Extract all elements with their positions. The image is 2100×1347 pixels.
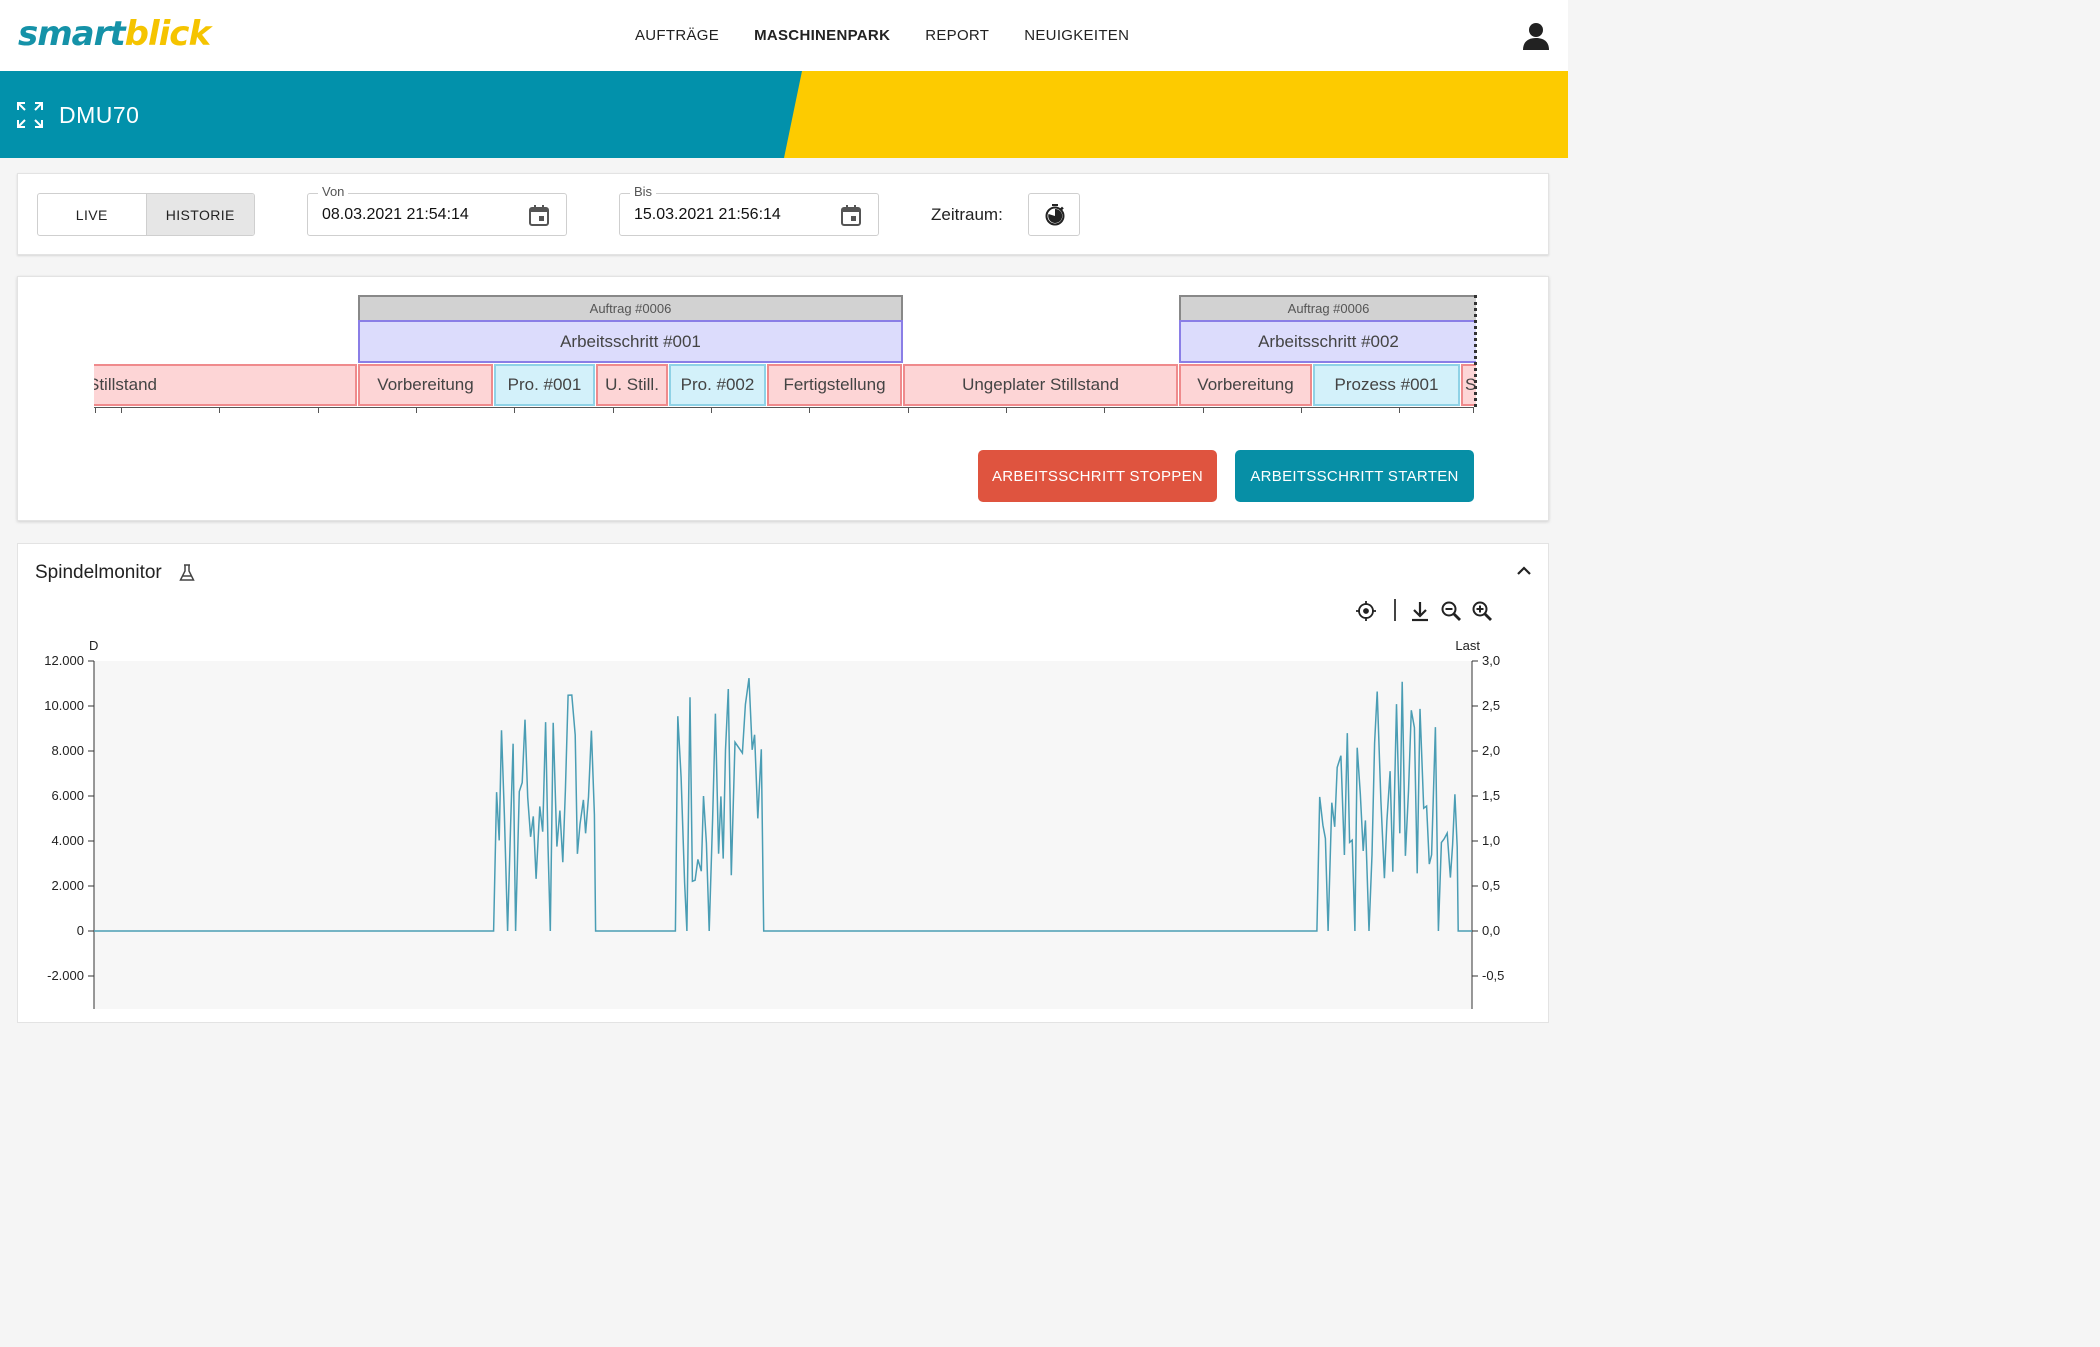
now-marker xyxy=(1474,295,1477,407)
y-right-axis-label: Last xyxy=(1455,638,1480,653)
zoom-out-icon[interactable] xyxy=(1440,600,1462,622)
y-left-axis-label: D xyxy=(89,638,98,653)
nav-report[interactable]: REPORT xyxy=(925,27,989,44)
spindelmonitor-title: Spindelmonitor xyxy=(35,562,162,583)
mode-historie-button[interactable]: HISTORIE xyxy=(145,194,254,235)
y-left-tick-label: 12.000 xyxy=(44,653,84,668)
timeline-tick xyxy=(1203,407,1204,413)
mode-toggle: LIVE HISTORIE xyxy=(37,193,255,236)
y-right-tick-label: 1,0 xyxy=(1482,833,1500,848)
y-right-tick-label: -0,5 xyxy=(1482,968,1504,983)
nav-neuigkeiten[interactable]: NEUIGKEITEN xyxy=(1024,27,1129,44)
timeline-tick xyxy=(95,407,96,413)
timeline-card: Auftrag #0006 Auftrag #0006 Arbeitsschri… xyxy=(17,276,1549,521)
arbeitsschritt-bar-1[interactable]: Arbeitsschritt #001 xyxy=(358,320,903,363)
timeline-tick xyxy=(121,407,122,413)
spindel-chart[interactable]: D Last 12.000 3,0 10.000 2,5 8.000 2,0 6.000 1,… xyxy=(18,629,1550,1009)
bis-value[interactable]: 15.03.2021 21:56:14 xyxy=(634,206,781,224)
y-right-tick-label: 2,5 xyxy=(1482,698,1500,713)
timeline-tick xyxy=(908,407,909,413)
y-right-tick-label: 0,5 xyxy=(1482,878,1500,893)
toolbar-separator xyxy=(1394,599,1396,621)
crosshair-icon[interactable] xyxy=(1355,600,1377,622)
spindelmonitor-card: Spindelmonitor D Last 12.000 3,0 10.000 2,5… xyxy=(17,543,1549,1023)
state-prozess-001-b[interactable]: Prozess #001 xyxy=(1313,364,1460,406)
state-u-still[interactable]: U. Still. xyxy=(596,364,668,406)
y-right-tick-label: 3,0 xyxy=(1482,653,1500,668)
y-left-tick-label: -2.000 xyxy=(47,968,84,983)
calendar-icon[interactable] xyxy=(528,204,550,226)
flask-icon xyxy=(179,564,195,581)
auftrag-bar-2[interactable]: Auftrag #0006 xyxy=(1179,295,1476,322)
timeline-tick xyxy=(219,407,220,413)
timeline-tick xyxy=(1301,407,1302,413)
logo-text-blick: blick xyxy=(124,14,211,54)
machine-title: DMU70 xyxy=(59,102,140,128)
von-value[interactable]: 08.03.2021 21:54:14 xyxy=(322,206,469,224)
filter-bar: LIVE HISTORIE Von 08.03.2021 21:54:14 Bi… xyxy=(17,173,1549,255)
timeline-tick xyxy=(416,407,417,413)
calendar-icon[interactable] xyxy=(840,204,862,226)
y-left-tick-label: 10.000 xyxy=(44,698,84,713)
arbeitsschritt-bar-2[interactable]: Arbeitsschritt #002 xyxy=(1179,320,1476,363)
timeline-axis xyxy=(94,407,1474,408)
state-prozess-002[interactable]: Pro. #002 xyxy=(669,364,766,406)
state-prozess-001[interactable]: Pro. #001 xyxy=(494,364,595,406)
timeline-tick xyxy=(1104,407,1105,413)
timeline-tick xyxy=(1473,407,1474,413)
y-left-tick-label: 0 xyxy=(77,923,84,938)
timeline-tick xyxy=(613,407,614,413)
chevron-up-icon[interactable] xyxy=(1515,562,1533,580)
timer-icon xyxy=(1045,204,1065,226)
state-ungeplanter-stillstand[interactable]: Ungeplater Stillstand xyxy=(903,364,1178,406)
y-right-tick-label: 1,5 xyxy=(1482,788,1500,803)
timeline-tick xyxy=(711,407,712,413)
expand-icon[interactable] xyxy=(16,101,44,129)
user-icon[interactable] xyxy=(1521,21,1551,51)
y-left-tick-label: 4.000 xyxy=(51,833,84,848)
nav-auftraege[interactable]: AUFTRÄGE xyxy=(635,27,719,44)
download-icon[interactable] xyxy=(1409,600,1431,622)
logo[interactable]: smartblick xyxy=(18,14,211,54)
timeline-tick xyxy=(514,407,515,413)
state-stillstand[interactable]: Stillstand xyxy=(94,364,357,406)
von-date-field[interactable]: Von 08.03.2021 21:54:14 xyxy=(307,184,567,236)
timeline-tick xyxy=(1006,407,1007,413)
logo-text-smart: smart xyxy=(18,14,126,54)
arbeitsschritt-stoppen-button[interactable]: ARBEITSSCHRITT STOPPEN xyxy=(978,450,1217,502)
zoom-in-icon[interactable] xyxy=(1471,600,1493,622)
machine-banner: DMU70 xyxy=(0,71,1568,158)
von-label: Von xyxy=(318,184,349,199)
timeline-tick xyxy=(1399,407,1400,413)
state-vorbereitung-1[interactable]: Vorbereitung xyxy=(358,364,493,406)
timeline-tick xyxy=(318,407,319,413)
plot-area xyxy=(94,661,1472,1009)
state-label: Stillstand xyxy=(94,375,157,394)
zeitraum-button[interactable] xyxy=(1028,193,1080,236)
mode-live-button[interactable]: LIVE xyxy=(38,194,146,235)
y-right-tick-label: 0,0 xyxy=(1482,923,1500,938)
zeitraum-label: Zeitraum: xyxy=(931,205,1003,224)
y-left-tick-label: 6.000 xyxy=(51,788,84,803)
main-nav: AUFTRÄGE MASCHINENPARK REPORT NEUIGKEITE… xyxy=(635,27,1164,44)
state-vorbereitung-2[interactable]: Vorbereitung xyxy=(1179,364,1312,406)
bis-label: Bis xyxy=(630,184,657,199)
bis-date-field[interactable]: Bis 15.03.2021 21:56:14 xyxy=(619,184,879,236)
arbeitsschritt-starten-button[interactable]: ARBEITSSCHRITT STARTEN xyxy=(1235,450,1474,502)
top-navigation: smartblick AUFTRÄGE MASCHINENPARK REPORT… xyxy=(0,0,1568,71)
state-fertigstellung[interactable]: Fertigstellung xyxy=(767,364,902,406)
banner-teal-area xyxy=(0,71,802,158)
y-left-tick-label: 2.000 xyxy=(51,878,84,893)
y-left-tick-label: 8.000 xyxy=(51,743,84,758)
timeline-tick xyxy=(809,407,810,413)
auftrag-bar-1[interactable]: Auftrag #0006 xyxy=(358,295,903,322)
nav-maschinenpark[interactable]: MASCHINENPARK xyxy=(754,27,890,44)
y-right-tick-label: 2,0 xyxy=(1482,743,1500,758)
